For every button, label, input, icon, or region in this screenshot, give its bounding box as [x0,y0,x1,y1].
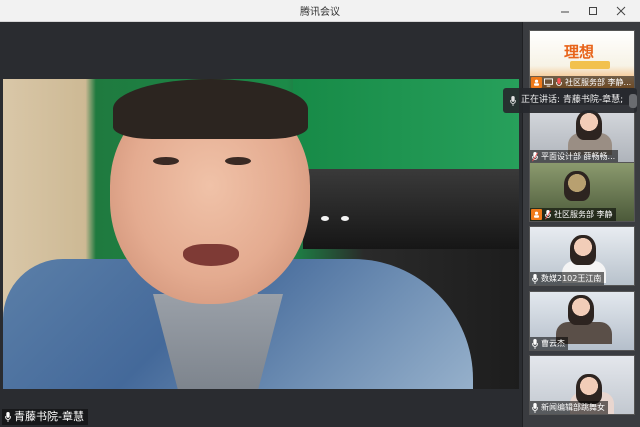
participant-tile[interactable]: 平面设计部 薛畅畅... [529,104,635,164]
maximize-button[interactable] [578,0,608,21]
speaking-indicator: 正在讲话: 青藤书院-章慧; [503,88,637,113]
microphone-icon [545,209,551,219]
maximize-icon [589,7,597,15]
title-bar: 腾讯会议 [0,0,640,22]
participant-label: 新闻编辑部跳舞女 [530,401,608,414]
sidebar-scroll-handle[interactable] [629,94,637,108]
participant-tile[interactable]: 社区服务部 李静 [529,162,635,222]
microphone-icon [510,95,516,106]
participant-tile[interactable]: 曹云杰 [529,291,635,351]
microphone-icon [556,77,562,86]
minimize-icon [561,11,569,13]
main-video-feed [3,79,519,389]
close-icon [616,6,626,16]
microphone-icon [5,412,11,422]
participant-tile[interactable]: 数媒2102王江南 [529,226,635,286]
participant-sidebar[interactable]: 理想 社区服务部 李静... 平面设计部 薛畅畅... 社区服务部 李静 数媒2… [522,22,640,427]
speaking-text: 正在讲话: 青藤书院-章慧; [521,95,624,105]
minimize-button[interactable] [550,0,580,21]
main-speaker-label: 青藤书院-章慧 [2,409,88,425]
participant-tile[interactable]: 新闻编辑部跳舞女 [529,355,635,415]
participant-label: 社区服务部 李静 [530,208,616,221]
microphone-icon [532,402,538,413]
participant-label: 曹云杰 [530,337,568,350]
close-button[interactable] [606,0,636,21]
host-badge-icon [531,77,542,88]
microphone-icon [532,338,538,349]
main-speaker-name: 青藤书院-章慧 [14,410,84,423]
host-badge-icon [531,209,542,220]
screen-share-icon [544,78,553,87]
window-title: 腾讯会议 [300,7,340,18]
microphone-icon [532,151,538,161]
banner-text: 理想 [564,43,595,61]
main-video-area[interactable]: 青藤书院-章慧 [0,22,522,427]
microphone-icon [532,273,538,284]
participant-label: 数媒2102王江南 [530,272,605,285]
participant-tile[interactable]: 理想 社区服务部 李静... [529,30,635,90]
